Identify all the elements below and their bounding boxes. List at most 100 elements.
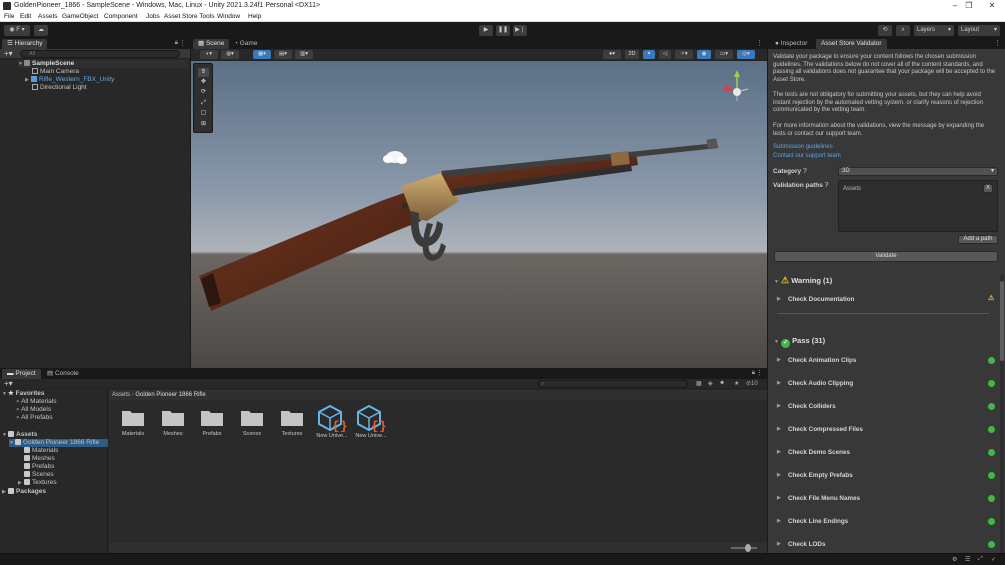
hierarchy-search-input[interactable]: All bbox=[20, 50, 180, 58]
tab-scene[interactable]: ▦ Scene bbox=[193, 39, 230, 49]
hidden-packages-count[interactable]: ⊘10 bbox=[746, 380, 758, 387]
lock-icon[interactable]: 🔒︎ bbox=[175, 40, 178, 47]
tab-console[interactable]: ▤ Console bbox=[42, 369, 84, 379]
tab-game[interactable]: ◔ Game bbox=[229, 39, 262, 49]
pause-button[interactable]: ❚❚ bbox=[496, 25, 510, 36]
move-tool-icon[interactable]: ✥ bbox=[198, 78, 209, 87]
check-item[interactable]: ▶ Check Demo Scenes bbox=[777, 448, 995, 457]
check-item[interactable]: ▶ Check Colliders bbox=[777, 402, 995, 411]
hand-tool-icon[interactable]: ✋︎ bbox=[198, 68, 209, 77]
breadcrumb-item[interactable]: Assets bbox=[112, 392, 130, 398]
remove-path-button[interactable]: X bbox=[983, 184, 993, 193]
menu-window[interactable]: Window bbox=[217, 13, 240, 20]
tree-item-rifle-folder[interactable]: ▼ Golden Pioneer 1866 Rifle bbox=[9, 439, 108, 447]
hidden-objects-toggle[interactable]: ◉ bbox=[697, 50, 711, 59]
lighting-toggle[interactable]: ✦ bbox=[643, 50, 655, 59]
check-item[interactable]: ▶ Check Empty Prefabs bbox=[777, 471, 995, 480]
grid-plane-button[interactable]: ▥▾ bbox=[295, 50, 313, 59]
tree-item-fav[interactable]: ⌕ All Prefabs bbox=[16, 414, 53, 422]
breadcrumb-item[interactable]: Golden Pioneer 1866 Rifle bbox=[135, 392, 205, 398]
draw-mode-dropdown[interactable]: ◐▾ bbox=[200, 50, 218, 59]
search-button[interactable]: ⌕ bbox=[896, 25, 910, 36]
more-icon[interactable]: ⋮ bbox=[994, 39, 1001, 47]
tab-project[interactable]: ▬ Project bbox=[2, 369, 41, 379]
add-icon[interactable]: +▾ bbox=[4, 49, 13, 58]
tree-item-folder[interactable]: Prefabs bbox=[24, 463, 54, 471]
menu-asset-store-tools[interactable]: Asset Store Tools bbox=[164, 13, 214, 20]
tab-asset-store-validator[interactable]: Asset Store Validator bbox=[816, 39, 887, 49]
check-item[interactable]: ▶ Check LODs bbox=[777, 540, 995, 549]
tab-inspector[interactable]: ● Inspector bbox=[770, 39, 812, 49]
history-button[interactable]: ⟲ bbox=[878, 25, 892, 36]
menu-file[interactable]: File bbox=[4, 13, 14, 20]
tree-item-fav[interactable]: ⌕ All Materials bbox=[16, 398, 57, 406]
more-icon[interactable]: ⋮ bbox=[179, 39, 186, 47]
close-icon[interactable]: ✕ bbox=[987, 1, 997, 11]
maximize-icon[interactable]: ❐ bbox=[964, 1, 974, 11]
asset-file[interactable]: {} New Unive... bbox=[355, 404, 387, 439]
tree-item-rifle[interactable]: ▶ Rifle_Western_FBX_Unity bbox=[25, 76, 114, 84]
tree-item-directional-light[interactable]: Directional Light bbox=[32, 84, 87, 92]
transform-tool-icon[interactable]: ⊞ bbox=[198, 120, 209, 129]
menu-jobs[interactable]: Jobs bbox=[146, 13, 160, 20]
icon-size-slider[interactable] bbox=[731, 544, 757, 552]
check-item[interactable]: ▶ Check Documentation ⚠ bbox=[777, 295, 995, 304]
tree-item-samplescene[interactable]: ▼ SampleScene bbox=[18, 60, 188, 68]
submission-guidelines-link[interactable]: Submission guidelines bbox=[773, 144, 833, 150]
render-mode-button[interactable]: ●▾ bbox=[603, 50, 621, 59]
lock-icon[interactable]: 🔒︎ bbox=[752, 370, 755, 377]
snap-increment-button[interactable]: ▤▾ bbox=[274, 50, 292, 59]
scene-render[interactable] bbox=[191, 61, 767, 368]
tree-item-folder[interactable]: Scenes bbox=[24, 471, 54, 479]
check-item[interactable]: ▶ Check Audio Clipping bbox=[777, 379, 995, 388]
rotate-tool-icon[interactable]: ⟳ bbox=[198, 88, 209, 97]
tree-item-folder[interactable]: Materials bbox=[24, 447, 58, 455]
scene-viewport[interactable]: ✋︎ ✥ ⟳ ⤢ ▢ ⊞ bbox=[191, 61, 767, 368]
menu-assets[interactable]: Assets bbox=[38, 13, 58, 20]
filter-type-icon[interactable]: ▦ bbox=[696, 380, 702, 387]
tree-item-folder[interactable]: Meshes bbox=[24, 455, 55, 463]
menu-edit[interactable]: Edit bbox=[20, 13, 31, 20]
layout-dropdown[interactable]: Layout ▾ bbox=[958, 25, 1000, 36]
star-icon[interactable]: ★ bbox=[734, 380, 739, 387]
menu-gameobject[interactable]: GameObject bbox=[62, 13, 99, 20]
debug-icon[interactable]: ⚙ bbox=[952, 556, 957, 563]
toggle-2d-button[interactable]: 2D bbox=[625, 50, 639, 59]
tree-item-folder[interactable]: ▶ Textures bbox=[18, 479, 57, 487]
collab-icon[interactable]: ⤢ bbox=[978, 556, 983, 563]
asset-file[interactable]: {} New Unive... bbox=[316, 404, 348, 439]
category-dropdown[interactable]: 3D ▾ bbox=[838, 167, 998, 176]
effects-dropdown[interactable]: ✧▾ bbox=[675, 50, 693, 59]
account-button[interactable]: ◉ F ▾ bbox=[4, 25, 30, 36]
tree-item-main-camera[interactable]: Main Camera bbox=[32, 68, 79, 76]
tree-item-favorites[interactable]: ▼★ Favorites bbox=[2, 390, 45, 398]
tree-item-assets[interactable]: ▼ Assets bbox=[2, 431, 37, 439]
support-link[interactable]: Contact our support team bbox=[773, 153, 841, 159]
play-button[interactable]: ▶ bbox=[479, 25, 493, 36]
tree-item-packages[interactable]: ▶ Packages bbox=[2, 488, 46, 496]
pass-section-header[interactable]: ▼ ✓ Pass (31) bbox=[774, 335, 996, 348]
warning-section-header[interactable]: ▼ ⚠ Warning (1) bbox=[774, 274, 996, 286]
check-item[interactable]: ▶ Check Animation Clips bbox=[777, 356, 995, 365]
help-icon[interactable]: ❓︎ bbox=[825, 182, 829, 189]
asset-folder[interactable]: Scenes bbox=[236, 408, 268, 437]
tree-item-fav[interactable]: ⌕ All Models bbox=[16, 406, 51, 414]
tab-hierarchy[interactable]: ☰ Hierarchy bbox=[2, 39, 48, 49]
project-search-input[interactable]: ⌕ bbox=[538, 380, 688, 388]
minimize-icon[interactable]: – bbox=[950, 1, 960, 11]
check-item[interactable]: ▶ Check Compressed Files bbox=[777, 425, 995, 434]
layers-icon[interactable]: ☰ bbox=[965, 556, 970, 563]
cloud-button[interactable]: ☁ bbox=[34, 25, 48, 36]
grid-snap-button[interactable]: ▦▾ bbox=[253, 50, 271, 59]
scrollbar[interactable] bbox=[1000, 275, 1004, 553]
tag-icon[interactable]: ⬥ bbox=[720, 380, 724, 387]
filter-label-icon[interactable]: ◈ bbox=[708, 380, 713, 387]
more-icon[interactable]: ⋮ bbox=[756, 369, 763, 377]
asset-folder[interactable]: Meshes bbox=[157, 408, 189, 437]
add-path-button[interactable]: Add a path bbox=[958, 235, 998, 244]
check-icon[interactable]: ✓ bbox=[991, 556, 996, 563]
asset-folder[interactable]: Prefabs bbox=[196, 408, 228, 437]
gizmos-dropdown[interactable]: ◎▾ bbox=[737, 50, 755, 59]
shading-dropdown[interactable]: ◍▾ bbox=[221, 50, 239, 59]
camera-dropdown[interactable]: ▭▾ bbox=[715, 50, 733, 59]
